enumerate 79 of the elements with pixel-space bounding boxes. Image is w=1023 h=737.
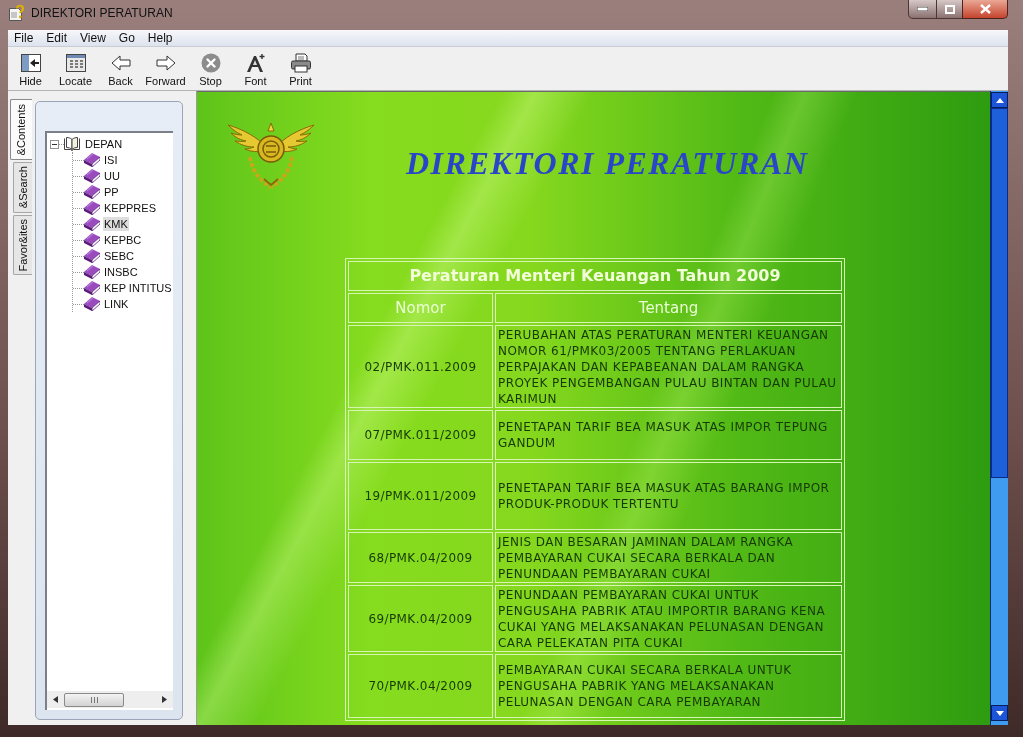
menu-item[interactable]: Edit <box>46 30 68 46</box>
minimize-button[interactable] <box>908 0 937 19</box>
table-title: Peraturan Menteri Keuangan Tahun 2009 <box>348 261 842 291</box>
page-heading: DIREKTORI PERATURAN <box>406 145 809 181</box>
toolbar-button[interactable]: Locate <box>53 53 98 88</box>
toolbar-button[interactable]: Forward <box>143 53 188 88</box>
menu-item[interactable]: Go <box>118 30 135 46</box>
toolbar-button[interactable]: Back <box>98 53 143 88</box>
font-icon <box>245 53 266 73</box>
left-arrow-icon <box>110 53 131 73</box>
down-arrow-icon <box>995 710 1004 716</box>
menu-item[interactable]: Help <box>147 30 173 46</box>
table-cell: 19/PMK.011/2009 <box>348 462 493 530</box>
side-tab[interactable]: Favor&ites <box>13 214 32 276</box>
close-icon <box>979 4 991 14</box>
open-book-icon <box>64 137 80 151</box>
book-icon <box>84 249 100 263</box>
tree-item[interactable]: KMK <box>103 217 129 231</box>
maximize-button[interactable] <box>937 0 962 19</box>
close-button[interactable] <box>962 0 1008 19</box>
book-icon <box>84 201 100 215</box>
book-icon <box>84 265 100 279</box>
help-file-icon <box>9 5 25 21</box>
right-arrow-icon[interactable] <box>162 696 167 703</box>
column-header: Nomor <box>348 293 493 323</box>
column-header: Tentang <box>495 293 842 323</box>
tree-item[interactable]: KEPPRES <box>103 201 157 215</box>
grip-icon <box>90 696 98 703</box>
table-cell: 02/PMK.011.2009 <box>348 325 493 408</box>
vertical-scrollbar[interactable] <box>990 91 1008 725</box>
menu-item[interactable]: File <box>14 30 34 46</box>
up-arrow-icon <box>995 97 1004 103</box>
scroll-down-button[interactable] <box>991 705 1008 721</box>
table-cell: 68/PMK.04/2009 <box>348 532 493 583</box>
collapse-icon[interactable] <box>50 139 59 149</box>
book-icon <box>84 153 100 167</box>
stop-icon <box>200 53 221 73</box>
toolbar-button[interactable]: Font <box>233 53 278 88</box>
tree-item[interactable]: SEBC <box>103 249 135 263</box>
table-cell: 69/PMK.04/2009 <box>348 585 493 652</box>
table-cell: PENUNDAAN PEMBAYARAN CUKAI UNTUK PENGUSAHA PABRIK ATAU IMPORTIR BARANG KENA CUKAI YANG MELAKSANAKAN PELUNASAN DENGAN CARA PELEKATAN PITA CUKAI <box>495 585 842 652</box>
window-title: DIREKTORI PERATURAN <box>31 5 173 22</box>
toolbar-button[interactable]: Hide <box>8 53 53 88</box>
scrollbar-thumb[interactable] <box>991 108 1008 478</box>
tree-item[interactable]: KEP INTITUS <box>103 281 173 295</box>
tree-item[interactable]: DEPAN <box>84 137 124 151</box>
tree-item[interactable]: PP <box>103 185 120 199</box>
book-icon <box>84 297 100 311</box>
table-cell: JENIS DAN BESARAN JAMINAN DALAM RANGKA PEMBAYARAN CUKAI SECARA BERKALA DAN PENUNDAAN PEMBAYARAN CUKAI <box>495 532 842 583</box>
side-tab[interactable]: &Search <box>13 162 32 213</box>
book-icon <box>84 185 100 199</box>
tree-item[interactable]: LINK <box>103 297 130 311</box>
toolbar-button[interactable]: Stop <box>188 53 233 88</box>
scroll-up-button[interactable] <box>991 92 1008 108</box>
book-icon <box>84 169 100 183</box>
grid-window-icon <box>65 53 86 73</box>
horizontal-scrollbar[interactable] <box>47 691 173 708</box>
tree-item[interactable]: ISI <box>103 153 119 167</box>
minimize-icon <box>917 7 928 11</box>
left-arrow-icon[interactable] <box>53 696 58 703</box>
tree-item[interactable]: INSBC <box>103 265 139 279</box>
table-cell: PERUBAHAN ATAS PERATURAN MENTERI KEUANGAN NOMOR 61/PMK03/2005 TENTANG PERLAKUAN PERPAJAKAN DAN KEPABEANAN DALAM RANGKA PROYEK PENGEMBANGAN PULAU BINTAN DAN PULAU KARIMUN <box>495 325 842 408</box>
maximize-icon <box>944 4 955 14</box>
book-icon <box>84 233 100 247</box>
side-tab[interactable]: &Contents <box>10 99 32 161</box>
tree-item[interactable]: UU <box>103 169 121 183</box>
right-arrow-icon <box>155 53 176 73</box>
book-icon <box>84 281 100 295</box>
table-cell: PENETAPAN TARIF BEA MASUK ATAS BARANG IMPOR PRODUK-PRODUK TERTENTU <box>495 462 842 530</box>
table-cell: 07/PMK.011/2009 <box>348 410 493 460</box>
table-cell: PENETAPAN TARIF BEA MASUK ATAS IMPOR TEPUNG GANDUM <box>495 410 842 460</box>
printer-icon <box>290 53 311 73</box>
book-icon <box>84 217 100 231</box>
menu-item[interactable]: View <box>80 30 106 46</box>
toolbar-button[interactable]: Print <box>278 53 323 88</box>
table-cell: PEMBAYARAN CUKAI SECARA BERKALA UNTUK PENGUSAHA PABRIK YANG MELAKSANAKAN PELUNASAN DENGAN CARA PEMBAYARAN <box>495 654 842 718</box>
tree-item[interactable]: KEPBC <box>103 233 143 247</box>
table-cell: 70/PMK.04/2009 <box>348 654 493 718</box>
scrollbar-thumb[interactable] <box>64 692 124 707</box>
